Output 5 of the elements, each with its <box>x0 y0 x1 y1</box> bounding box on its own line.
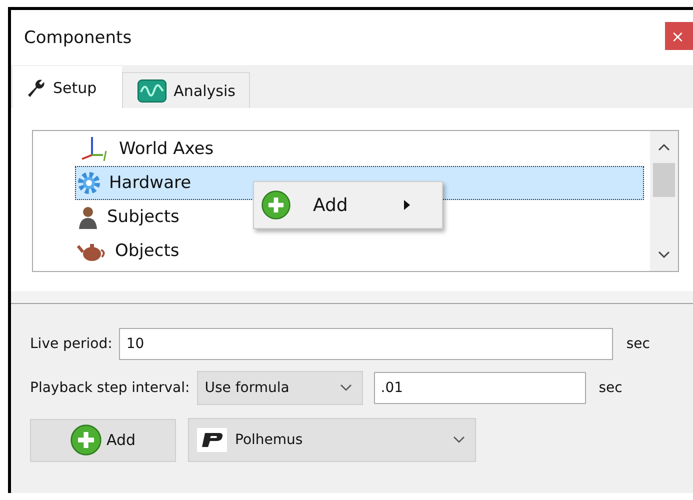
unit-label: sec <box>598 380 624 396</box>
window-title: Components <box>24 28 132 48</box>
field-label: Live period: <box>30 336 112 352</box>
field-label: Playback step interval: <box>30 380 190 396</box>
unit-label: sec <box>626 336 651 352</box>
